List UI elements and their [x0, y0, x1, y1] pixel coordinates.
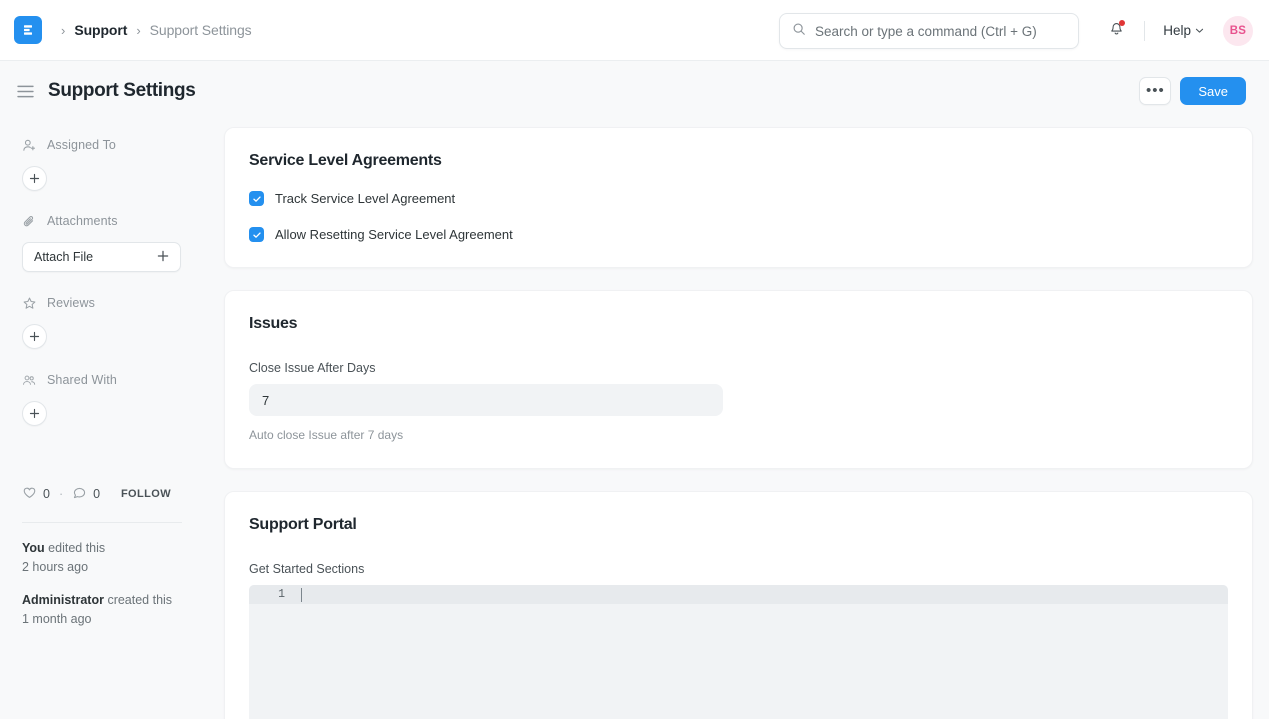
engagement-row: 0 · 0 FOLLOW — [22, 484, 181, 504]
code-editor-active-line[interactable]: 1 — [249, 585, 1228, 604]
engagement-separator: · — [59, 487, 63, 501]
activity-time-created: 1 month ago — [22, 612, 92, 626]
sidebar-group-reviews: Reviews — [22, 289, 181, 349]
breadcrumb-separator-1: › — [136, 24, 140, 37]
checkbox-row-allow-reset-sla[interactable]: Allow Resetting Service Level Agreement — [249, 227, 1228, 242]
sidebar-engagement: 0 · 0 FOLLOW You edited this 2 hours ago… — [22, 484, 181, 629]
breadcrumb-separator-0: › — [61, 24, 65, 37]
input-value-close-issue-after-days: 7 — [262, 393, 269, 408]
field-label-close-issue-after-days: Close Issue After Days — [249, 361, 1228, 375]
erpnext-logo[interactable] — [14, 16, 42, 44]
page-title: Support Settings — [48, 80, 195, 102]
sidebar-group-shared-with: Shared With — [22, 366, 181, 426]
sidebar-heading-assigned-to: Assigned To — [22, 131, 181, 159]
heart-icon[interactable] — [22, 485, 37, 503]
search-placeholder-text: Search or type a command (Ctrl + G) — [815, 24, 1037, 39]
star-icon — [22, 296, 37, 311]
like-count: 0 — [43, 487, 50, 501]
field-label-get-started-sections: Get Started Sections — [249, 562, 1228, 576]
sidebar-heading-shared-with: Shared With — [22, 366, 181, 394]
activity-text-edited: edited this — [48, 541, 105, 555]
users-icon — [22, 373, 37, 388]
notification-unread-dot — [1119, 20, 1125, 26]
save-button[interactable]: Save — [1180, 77, 1246, 105]
notifications-button[interactable] — [1100, 15, 1132, 47]
chevron-down-icon — [1195, 23, 1204, 38]
activity-text-created: created this — [107, 593, 172, 607]
more-actions-button[interactable]: ••• — [1139, 77, 1171, 105]
top-navbar: › Support › Support Settings Search or t… — [0, 0, 1269, 61]
add-review-button[interactable] — [22, 324, 47, 349]
avatar[interactable]: BS — [1223, 16, 1253, 46]
code-editor-caret — [301, 588, 302, 602]
paperclip-icon — [22, 214, 37, 229]
activity-item-edited: You edited this 2 hours ago — [22, 539, 181, 577]
attach-file-label: Attach File — [34, 250, 93, 264]
plus-icon — [157, 250, 169, 265]
sidebar-group-attachments: Attachments Attach File — [22, 207, 181, 272]
card-issues: Issues Close Issue After Days 7 Auto clo… — [224, 290, 1253, 469]
form-main-content: Service Level Agreements Track Service L… — [197, 121, 1269, 719]
section-title-support-portal: Support Portal — [249, 516, 1228, 534]
add-assignment-button[interactable] — [22, 166, 47, 191]
form-sidebar: Assigned To Attachments Attach File — [0, 121, 197, 719]
section-title-sla: Service Level Agreements — [249, 152, 1228, 170]
save-button-label: Save — [1198, 84, 1228, 99]
help-dropdown[interactable]: Help — [1157, 19, 1210, 42]
activity-actor-administrator: Administrator — [22, 593, 104, 607]
search-icon — [792, 22, 806, 41]
code-editor-line-number: 1 — [249, 588, 294, 601]
sidebar-divider — [22, 522, 182, 523]
checkbox-row-track-sla[interactable]: Track Service Level Agreement — [249, 191, 1228, 206]
sidebar-label-reviews: Reviews — [47, 296, 95, 310]
follow-button[interactable]: FOLLOW — [121, 488, 181, 500]
activity-time-edited: 2 hours ago — [22, 560, 88, 574]
breadcrumb-item-support-settings[interactable]: Support Settings — [150, 22, 252, 38]
field-help-close-issue-after-days: Auto close Issue after 7 days — [249, 428, 1228, 442]
breadcrumb-item-support[interactable]: Support — [74, 22, 127, 38]
user-plus-icon — [22, 138, 37, 153]
navbar-divider — [1144, 21, 1145, 41]
sidebar-heading-reviews: Reviews — [22, 289, 181, 317]
navbar-right-actions: Help BS — [1100, 0, 1253, 61]
code-editor-get-started-sections[interactable]: 1 — [249, 585, 1228, 719]
checkbox-allow-reset-sla[interactable] — [249, 227, 264, 242]
checkbox-label-track-sla: Track Service Level Agreement — [275, 191, 455, 206]
comment-count: 0 — [93, 487, 100, 501]
search-input[interactable]: Search or type a command (Ctrl + G) — [779, 13, 1079, 49]
sidebar-heading-attachments: Attachments — [22, 207, 181, 235]
sidebar-label-attachments: Attachments — [47, 214, 118, 228]
search-container: Search or type a command (Ctrl + G) — [779, 13, 1079, 49]
sidebar-group-assigned-to: Assigned To — [22, 131, 181, 191]
hamburger-menu-icon[interactable] — [14, 80, 36, 102]
input-close-issue-after-days[interactable]: 7 — [249, 384, 723, 416]
add-share-button[interactable] — [22, 401, 47, 426]
breadcrumb: › Support › Support Settings — [52, 22, 252, 38]
card-service-level-agreements: Service Level Agreements Track Service L… — [224, 127, 1253, 268]
activity-item-created: Administrator created this 1 month ago — [22, 591, 181, 629]
help-label: Help — [1163, 23, 1191, 38]
attach-file-button[interactable]: Attach File — [22, 242, 181, 272]
page-title-bar: Support Settings ••• Save — [0, 61, 1269, 121]
sidebar-label-shared-with: Shared With — [47, 373, 117, 387]
card-support-portal: Support Portal Get Started Sections 1 — [224, 491, 1253, 719]
page-actions: ••• Save — [1139, 77, 1246, 105]
comment-icon[interactable] — [72, 485, 87, 503]
checkbox-label-allow-reset-sla: Allow Resetting Service Level Agreement — [275, 227, 513, 242]
section-title-issues: Issues — [249, 315, 1228, 333]
activity-actor-you: You — [22, 541, 45, 555]
sidebar-label-assigned-to: Assigned To — [47, 138, 116, 152]
checkbox-track-sla[interactable] — [249, 191, 264, 206]
avatar-initials: BS — [1230, 25, 1246, 37]
page-body: Assigned To Attachments Attach File — [0, 121, 1269, 719]
